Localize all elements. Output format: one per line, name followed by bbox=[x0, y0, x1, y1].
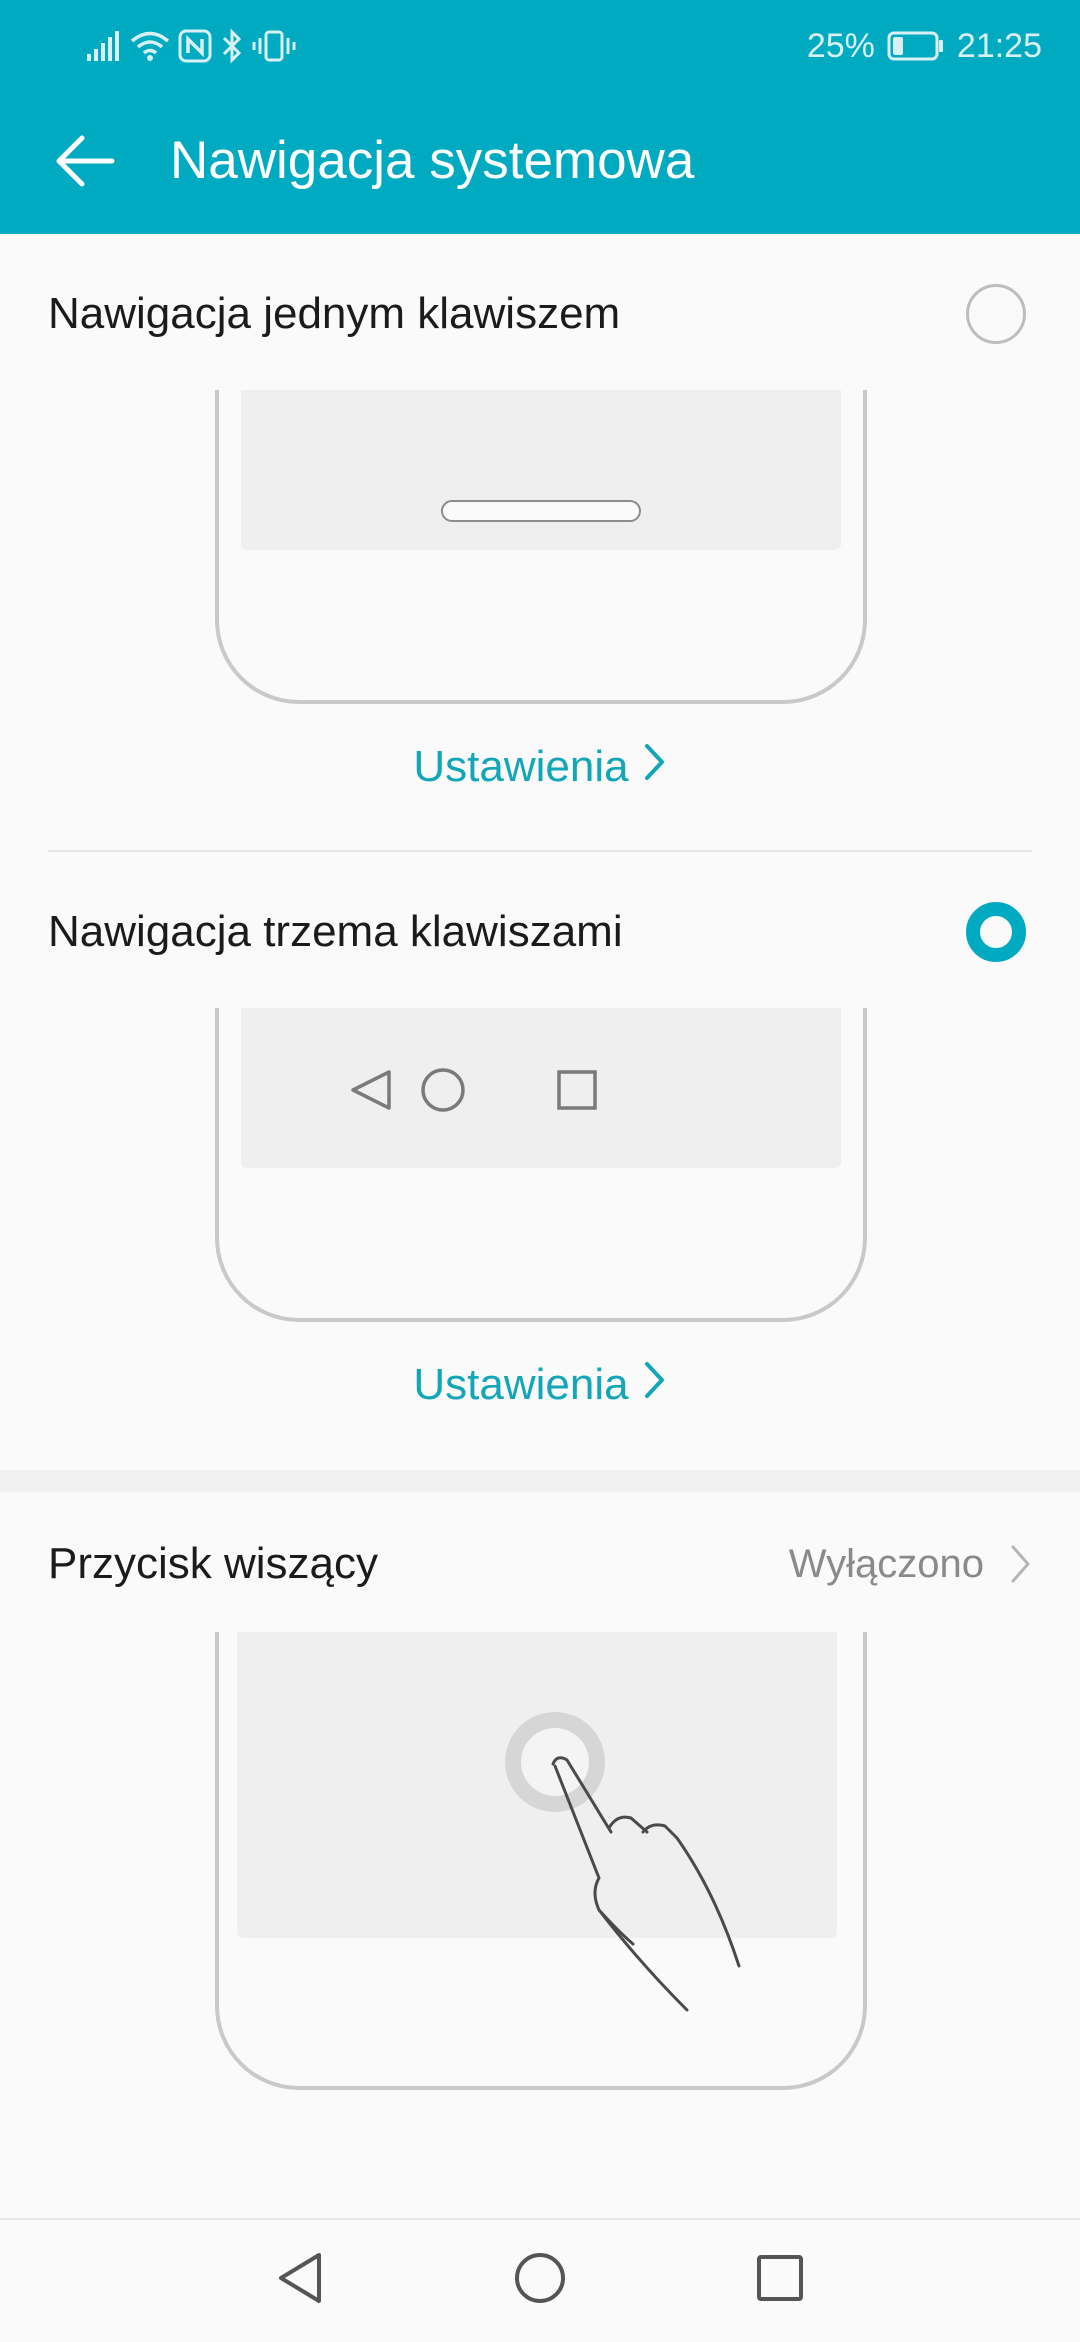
settings-link-label: Ustawienia bbox=[413, 742, 629, 791]
status-icons-left bbox=[86, 24, 296, 72]
nav-recents-icon bbox=[755, 2253, 805, 2308]
phone-screen bbox=[241, 1008, 841, 1168]
chevron-right-icon bbox=[643, 742, 667, 793]
nav-home-icon bbox=[513, 2251, 567, 2310]
option-three-keys-label: Nawigacja trzema klawiszami bbox=[48, 907, 623, 956]
system-navigation-bar bbox=[0, 2218, 1080, 2342]
floating-button-status: Wyłączono bbox=[788, 1542, 984, 1586]
phone-screen bbox=[241, 390, 841, 550]
battery-icon bbox=[887, 31, 945, 61]
floating-button-row[interactable]: Przycisk wiszący Wyłączono bbox=[0, 1494, 1080, 1634]
vibrate-icon bbox=[252, 29, 296, 68]
nav-back-button[interactable] bbox=[260, 2240, 340, 2320]
nav-home-button[interactable] bbox=[500, 2240, 580, 2320]
settings-link-label: Ustawienia bbox=[413, 1360, 629, 1409]
nav-recents-button[interactable] bbox=[740, 2240, 820, 2320]
page-title: Nawigacja systemowa bbox=[170, 131, 695, 190]
status-icons-right: 25% 21:25 bbox=[807, 20, 1042, 72]
three-keys-illustration bbox=[215, 1008, 867, 1322]
chevron-right-icon bbox=[643, 1360, 667, 1411]
nav-back-icon bbox=[275, 2251, 325, 2310]
wifi-icon bbox=[130, 30, 170, 67]
bluetooth-icon bbox=[220, 27, 244, 69]
floating-button-label: Przycisk wiszący bbox=[48, 1539, 379, 1588]
three-keys-settings-link[interactable]: Ustawienia bbox=[0, 1345, 1080, 1425]
single-key-settings-link[interactable]: Ustawienia bbox=[0, 727, 1080, 807]
option-single-key[interactable]: Nawigacja jednym klawiszem bbox=[0, 244, 1080, 384]
app-bar: 25% 21:25 Nawigacja systemowa bbox=[0, 0, 1080, 234]
section-divider bbox=[0, 1470, 1080, 1492]
divider bbox=[48, 850, 1032, 852]
back-key-icon bbox=[351, 1070, 391, 1110]
single-key-illustration bbox=[215, 390, 867, 704]
chevron-right-icon bbox=[1010, 1544, 1032, 1589]
back-arrow-icon bbox=[54, 134, 116, 193]
battery-percent: 25% bbox=[806, 26, 875, 65]
recents-key-icon bbox=[557, 1070, 597, 1110]
back-button[interactable] bbox=[40, 118, 130, 208]
option-three-keys[interactable]: Nawigacja trzema klawiszami bbox=[0, 862, 1080, 1002]
radio-three-keys[interactable] bbox=[966, 902, 1026, 962]
status-time: 21:25 bbox=[956, 26, 1042, 65]
signal-icon bbox=[86, 30, 122, 67]
home-key-icon bbox=[421, 1068, 465, 1112]
nfc-icon bbox=[178, 29, 212, 68]
radio-single-key[interactable] bbox=[966, 284, 1026, 344]
floating-button-illustration bbox=[215, 1632, 867, 2090]
option-single-key-label: Nawigacja jednym klawiszem bbox=[48, 289, 621, 338]
navigation-pill-icon bbox=[441, 500, 641, 522]
